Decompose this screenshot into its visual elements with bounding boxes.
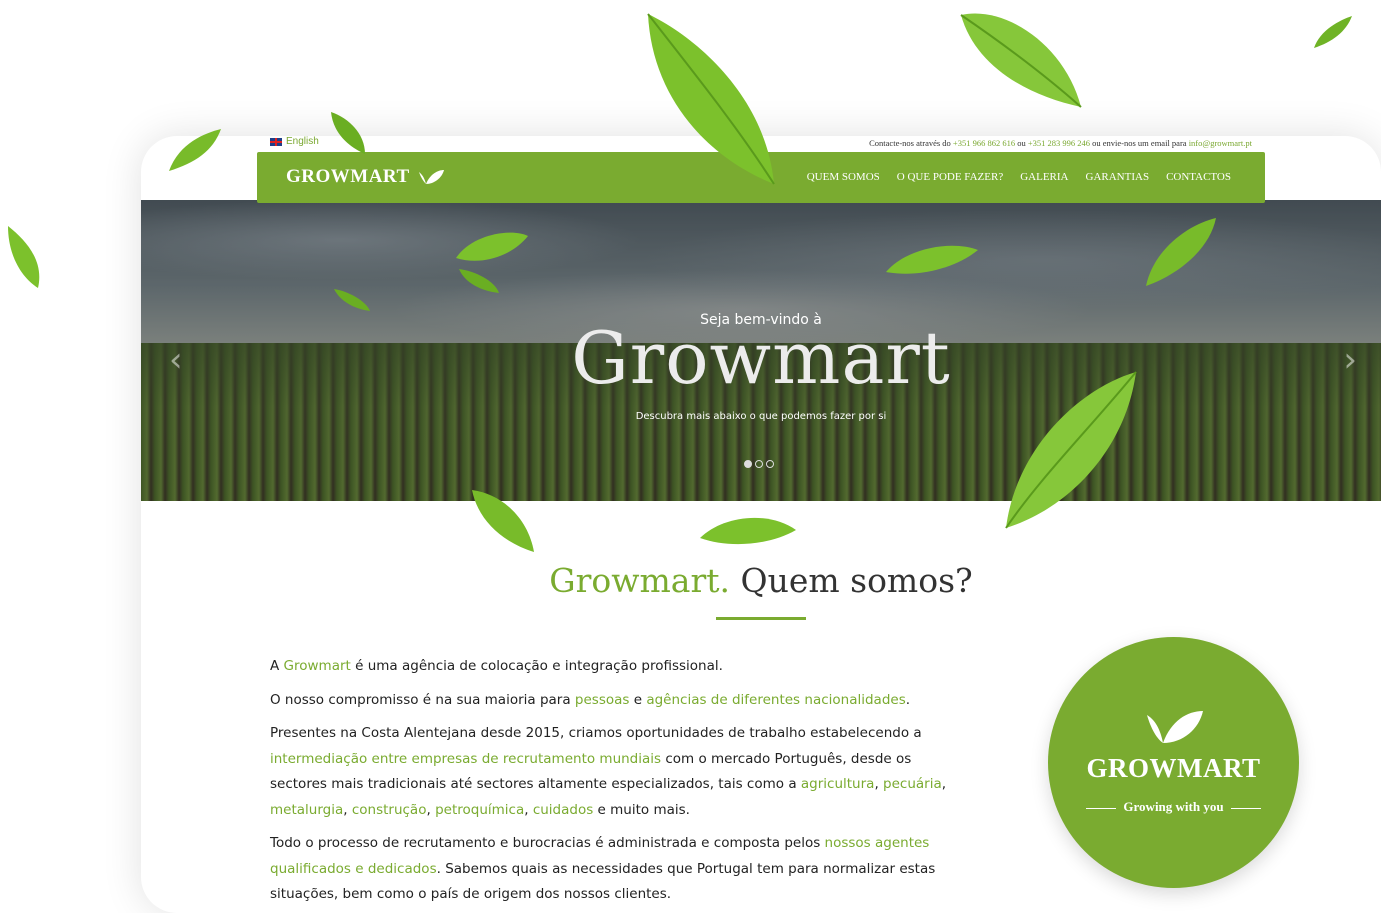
language-selector[interactable]: English xyxy=(270,136,319,147)
leaf-logo-icon xyxy=(1147,711,1203,743)
about-paragraph-4: Todo o processo de recrutamento e burocr… xyxy=(270,835,936,902)
nav-galeria[interactable]: GALERIA xyxy=(1020,171,1068,183)
link-agencias[interactable]: agências de diferentes nacionalidades xyxy=(646,692,905,708)
leaf-decoration xyxy=(8,226,40,288)
about-paragraph-3: Presentes na Costa Alentejana desde 2015… xyxy=(270,725,947,818)
contact-info: Contacte-nos através do +351 966 862 616… xyxy=(869,138,1252,148)
top-bar: English Contacte-nos através do +351 966… xyxy=(141,136,1381,152)
leaf-logo-icon xyxy=(418,170,444,184)
about-text: A Growmart é uma agência de colocação e … xyxy=(270,654,970,913)
link-construcao[interactable]: construção xyxy=(352,802,427,818)
slider-dot-3[interactable] xyxy=(766,460,774,468)
email-link[interactable]: info@growmart.pt xyxy=(1189,138,1252,148)
about-title-accent: Growmart. xyxy=(549,561,731,600)
leaf-decoration xyxy=(1314,16,1352,48)
hero-subtitle: Descubra mais abaixo o que podemos fazer… xyxy=(635,411,887,422)
about-paragraph-1: A Growmart é uma agência de colocação e … xyxy=(270,658,723,674)
leaf-decoration xyxy=(960,13,1082,108)
nav-contactos[interactable]: CONTACTOS xyxy=(1166,171,1231,183)
hero-title: Growmart xyxy=(571,316,951,400)
about-paragraph-2: O nosso compromisso é na sua maioria par… xyxy=(270,691,911,708)
about-title: Growmart. Quem somos? xyxy=(141,561,1381,600)
language-label: English xyxy=(286,136,319,147)
phone-link-1[interactable]: +351 966 862 616 xyxy=(953,138,1015,148)
link-intermediacao[interactable]: intermediação entre empresas de recrutam… xyxy=(270,751,661,767)
nav-menu: QUEM SOMOS O QUE PODE FAZER? GALERIA GAR… xyxy=(807,171,1231,183)
slider-dot-2[interactable] xyxy=(755,460,763,468)
phone-link-2[interactable]: +351 283 996 246 xyxy=(1028,138,1090,148)
main-navbar: GROWMART QUEM SOMOS O QUE PODE FAZER? GA… xyxy=(257,152,1265,203)
uk-flag-icon xyxy=(270,137,282,146)
hero-slider: ‹ › Seja bem-vindo à Growmart Descubra m… xyxy=(141,200,1381,501)
link-pessoas[interactable]: pessoas xyxy=(575,692,630,708)
link-pecuaria[interactable]: pecuária xyxy=(883,776,942,792)
link-metalurgia[interactable]: metalurgia xyxy=(270,802,343,818)
title-underline xyxy=(716,617,806,620)
brand-name: GROWMART xyxy=(286,166,410,187)
nav-quem-somos[interactable]: QUEM SOMOS xyxy=(807,171,880,183)
badge-tagline: Growing with you xyxy=(1048,799,1299,815)
brand-logo[interactable]: GROWMART xyxy=(286,166,446,188)
link-petroquimica[interactable]: petroquímica xyxy=(435,802,524,818)
link-cuidados[interactable]: cuidados xyxy=(533,802,593,818)
nav-o-que-pode-fazer[interactable]: O QUE PODE FAZER? xyxy=(897,171,1003,183)
nav-garantias[interactable]: GARANTIAS xyxy=(1086,171,1150,183)
link-agricultura[interactable]: agricultura xyxy=(801,776,875,792)
slider-dots xyxy=(744,460,774,468)
badge-name: GROWMART xyxy=(1086,753,1261,783)
growmart-badge: GROWMART Growing with you xyxy=(1048,637,1299,888)
link-growmart[interactable]: Growmart xyxy=(284,658,351,674)
about-title-rest: Quem somos? xyxy=(740,561,973,600)
slider-dot-1[interactable] xyxy=(744,460,752,468)
